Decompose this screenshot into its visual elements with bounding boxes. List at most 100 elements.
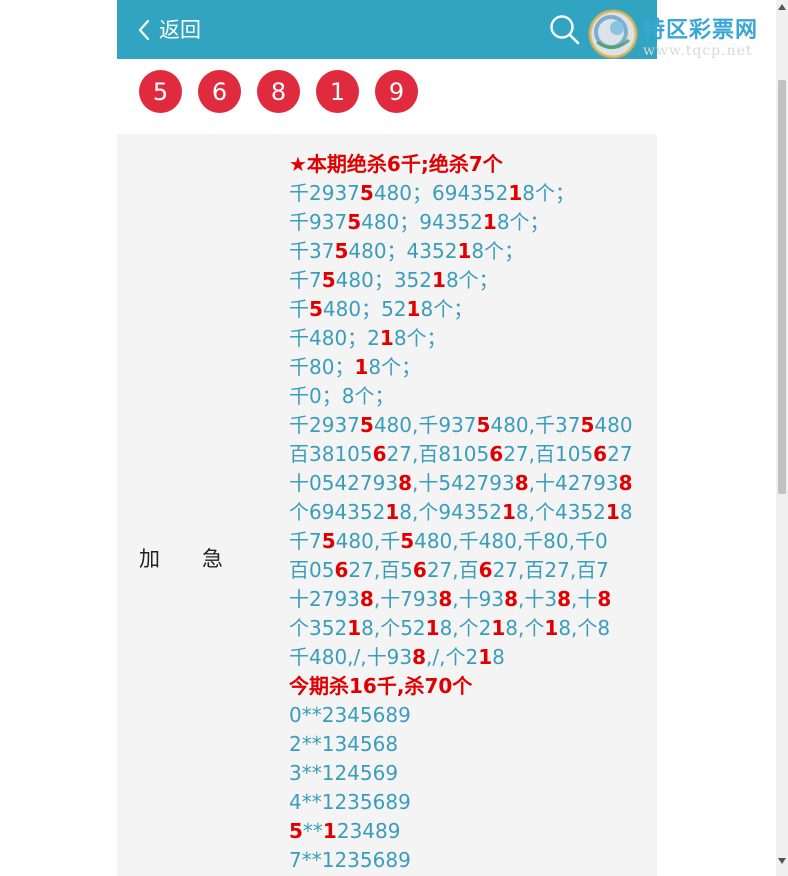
prediction-line: 千0；8个； [289,382,649,411]
line-text: 480；52 [322,297,407,321]
header-bar: 返回 [117,0,657,59]
highlight-text: 5 [476,413,491,437]
line-text: 4**1235689 [289,790,411,814]
number-ball: 9 [375,70,418,113]
line-text: ,/,个2 [426,645,479,669]
highlight-text: 5 [309,297,323,321]
highlight-text: 1 [385,500,400,524]
line-text: 3 [385,471,399,495]
line-text: 千80； [289,355,355,379]
line-text: 千7 [289,268,322,292]
back-button[interactable]: 返回 [137,14,201,46]
search-icon[interactable] [549,14,581,46]
prediction-line: 百38105627,百8105627,百105627 [289,440,649,469]
line-text: 8个； [368,355,422,379]
line-text: 十2793 [289,587,360,611]
highlight-text: 1 [432,268,446,292]
line-text: 480,千 [335,529,401,553]
line-text: 27 [607,442,633,466]
highlight-text: 8 [514,471,529,495]
highlight-text: 5 [359,413,374,437]
number-ball: 6 [198,70,241,113]
highlight-text: 6 [593,442,608,466]
prediction-line: 千9375480；9435218个； [289,208,649,237]
highlight-text: 6 [489,442,504,466]
highlight-text: ★本期绝杀6千 [289,152,421,176]
highlight-text: 8 [412,645,426,669]
highlight-text: 6 [412,558,427,582]
prediction-line: 千480,/,十938,/,个218 [289,643,649,672]
highlight-text: 8 [398,471,413,495]
prediction-line: 十27938,十7938,十938,十38,十8 [289,585,649,614]
line-text: 千37 [289,239,335,263]
highlight-text: 8 [504,587,519,611]
line-text: 8个； [471,239,525,263]
line-text: 8,个8 [558,616,611,640]
logo-url: www.tqcp.net [643,43,753,59]
line-text: ,十93 [452,587,505,611]
chevron-left-icon [138,19,150,41]
draw-numbers: 56819 [139,70,434,114]
line-text: 十054279 [289,471,386,495]
logo-title: 特区彩票网 [643,18,759,43]
site-logo: 特区彩票网 www.tqcp.net [587,6,787,66]
line-text: 百38105 [289,442,373,466]
highlight-text: 1 [457,239,472,263]
prediction-line: 千5480；5218个； [289,295,649,324]
section-heading: ★本期绝杀6千;绝杀7个 [289,150,649,179]
prediction-table: 加 急 ★本期绝杀6千;绝杀7个 千29375480；69435218个； 千937… [117,134,657,876]
number-ball: 8 [257,70,300,113]
line-text: 千 [289,297,309,321]
line-text: 千7 [289,529,322,553]
highlight-text: 1 [544,616,559,640]
line-text: 8个； [445,268,499,292]
line-text: 百05 [289,558,335,582]
highlight-text: 绝杀7个 [428,152,503,176]
line-text: 8,个 [505,616,545,640]
line-text: 27,百8105 [386,442,490,466]
line-text: 8,个94352 [399,500,502,524]
line-text: 8个； [522,181,576,205]
highlight-text: 8 [438,587,453,611]
prediction-line: 2**134568 [289,730,649,759]
line-text: ,十3 [518,587,558,611]
prediction-line: 十05427938,十5427938,十427938 [289,469,649,498]
highlight-text: 1 [502,500,516,524]
prediction-line: 千375480；435218个； [289,237,649,266]
line-text: ,十793 [373,587,439,611]
highlight-text: 5 [580,413,595,437]
highlight-text: 5 [334,239,349,263]
line-text: 千0；8个； [289,384,395,408]
prediction-line: 千75480；35218个； [289,266,649,295]
highlight-text: 1 [508,181,523,205]
highlight-text: 8 [557,587,572,611]
line-text: ,十42793 [528,471,619,495]
line-text: 27,百27,百7 [492,558,609,582]
line-text: ; [420,152,429,176]
line-text: 27,百5 [348,558,413,582]
scroll-thumb[interactable] [778,80,786,494]
prediction-line: 千29375480,千9375480,千375480 [289,411,649,440]
scrollbar[interactable] [776,0,788,876]
prediction-line: 个35218,个5218,个218,个18,个8 [289,614,649,643]
line-text: 3**124569 [289,761,399,785]
prediction-content: ★本期绝杀6千;绝杀7个 千29375480；69435218个； 千9375480… [289,150,649,875]
line-text: 8,个52 [361,616,426,640]
highlight-text: 1 [347,616,362,640]
prediction-line: 5**123489 [289,817,649,846]
highlight-text: 6 [478,558,493,582]
line-text: 7**1235689 [289,848,411,872]
line-text: 2**134568 [289,732,399,756]
logo-mark-icon [588,9,638,59]
highlight-text: 1 [605,500,620,524]
scroll-up-arrow-icon[interactable] [778,4,786,10]
line-text: 千2937 [289,181,360,205]
prediction-line: 千480；218个； [289,324,649,353]
line-text: 480,千937 [373,413,477,437]
scroll-down-arrow-icon[interactable] [778,858,786,864]
highlight-text: 5 [347,210,362,234]
line-text: ,十542793 [412,471,515,495]
page: 返回 56819 加 急 ★本期绝杀6千;绝杀7个 千29375480；69435… [117,0,657,876]
line-text: 8 [492,645,505,669]
prediction-line: 百05627,百5627,百627,百27,百7 [289,556,649,585]
